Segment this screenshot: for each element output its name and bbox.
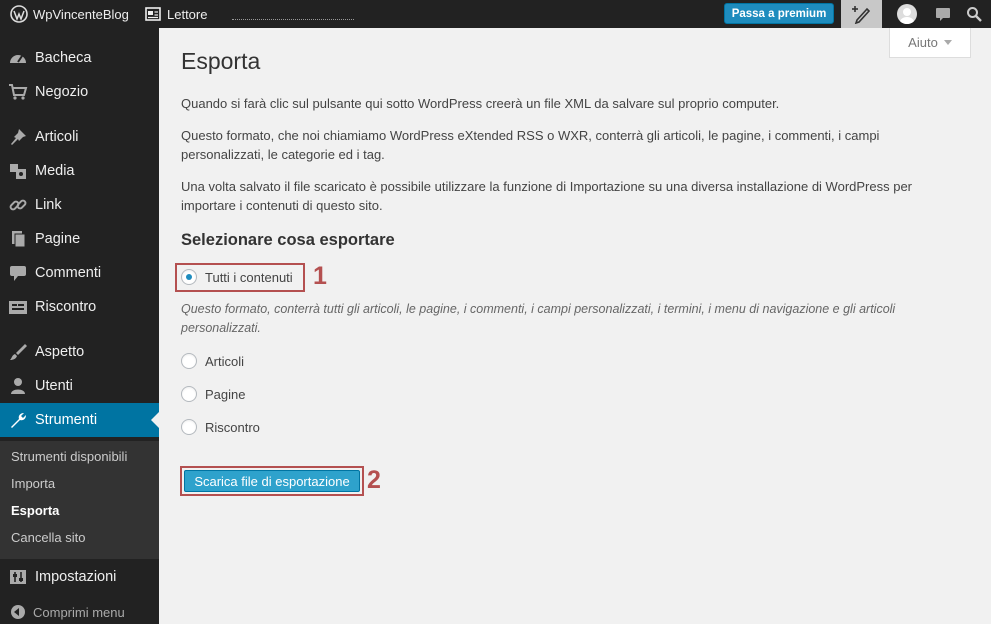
- sidebar-item-label: Link: [35, 197, 62, 213]
- submenu-item-export[interactable]: Esporta: [11, 503, 59, 518]
- annotation-number-2: 2: [367, 466, 381, 494]
- sidebar-item-pages[interactable]: Pagine: [0, 222, 159, 256]
- feedback-icon: [0, 298, 35, 316]
- brush-icon: [0, 343, 35, 361]
- section-title: Selezionare cosa esportare: [181, 231, 395, 249]
- help-tab-button[interactable]: Aiuto: [889, 28, 971, 58]
- media-icon: [0, 162, 35, 180]
- sidebar-item-label: Riscontro: [35, 299, 97, 315]
- site-name: WpVincenteBlog: [33, 6, 129, 22]
- admin-sidebar: Bacheca Negozio Articoli Media Link Pagi…: [0, 28, 159, 624]
- radio-button[interactable]: [181, 419, 197, 435]
- sidebar-item-feedback[interactable]: Riscontro: [0, 290, 159, 324]
- admin-bar-divider: [232, 19, 354, 20]
- radio-feedback[interactable]: Riscontro: [181, 419, 260, 435]
- radio-label: Tutti i contenuti: [205, 269, 293, 285]
- radio-button[interactable]: [181, 386, 197, 402]
- submenu-item-available-tools[interactable]: Strumenti disponibili: [11, 449, 127, 464]
- import-paragraph: Una volta salvato il file scaricato è po…: [181, 179, 913, 213]
- sidebar-item-label: Strumenti: [35, 412, 98, 428]
- intro-paragraph: Quando si farà clic sul pulsante qui sot…: [181, 96, 780, 111]
- sidebar-item-users[interactable]: Utenti: [0, 369, 159, 403]
- radio-label: Pagine: [205, 386, 246, 402]
- upgrade-premium-button[interactable]: Passa a premium: [724, 3, 834, 24]
- submenu-item-delete-site[interactable]: Cancella sito: [11, 530, 85, 545]
- sidebar-item-dashboard[interactable]: Bacheca: [0, 41, 159, 75]
- notifications-button[interactable]: [935, 7, 951, 25]
- chevron-down-icon: [943, 40, 952, 45]
- comment-icon: [0, 264, 35, 282]
- reader-icon: [145, 7, 161, 21]
- sidebar-item-label: Commenti: [35, 265, 102, 281]
- radio-label: Articoli: [205, 353, 245, 369]
- admin-bar: WpVincenteBlog Lettore Passa a premium: [0, 0, 991, 28]
- sidebar-item-media[interactable]: Media: [0, 154, 159, 188]
- pages-icon: [0, 230, 35, 248]
- active-indicator-arrow: [151, 412, 159, 428]
- radio-button-checked[interactable]: [181, 269, 197, 285]
- wordpress-icon: [10, 5, 28, 23]
- sidebar-item-label: Impostazioni: [35, 569, 117, 585]
- user-avatar[interactable]: [897, 4, 917, 24]
- user-icon: [0, 377, 35, 395]
- annotation-number-1: 1: [313, 262, 327, 290]
- write-post-button[interactable]: [841, 0, 882, 28]
- radio-all-content[interactable]: Tutti i contenuti: [181, 269, 293, 285]
- cart-icon: [0, 83, 35, 101]
- radio-label: Riscontro: [205, 419, 260, 435]
- sidebar-item-links[interactable]: Link: [0, 188, 159, 222]
- sidebar-item-settings[interactable]: Impostazioni: [0, 560, 159, 594]
- tools-submenu: Strumenti disponibili Importa Esporta Ca…: [0, 441, 159, 559]
- sidebar-item-label: Bacheca: [35, 50, 92, 66]
- avatar-icon: [900, 8, 914, 24]
- link-icon: [0, 196, 35, 214]
- submenu-item-import[interactable]: Importa: [11, 476, 55, 491]
- search-icon: [967, 7, 982, 22]
- radio-button[interactable]: [181, 353, 197, 369]
- settings-icon: [0, 568, 35, 586]
- collapse-menu-button[interactable]: Comprimi menu: [0, 600, 159, 624]
- all-content-description: Questo formato, conterrà tutti gli artic…: [181, 302, 896, 335]
- help-tab-label: Aiuto: [908, 35, 938, 50]
- sidebar-item-posts[interactable]: Articoli: [0, 120, 159, 154]
- site-link[interactable]: WpVincenteBlog: [10, 0, 129, 28]
- sidebar-item-label: Articoli: [35, 129, 79, 145]
- write-pencil-icon: [851, 6, 870, 24]
- sidebar-item-comments[interactable]: Commenti: [0, 256, 159, 290]
- sidebar-item-appearance[interactable]: Aspetto: [0, 335, 159, 369]
- dashboard-icon: [0, 49, 35, 67]
- sidebar-item-label: Pagine: [35, 231, 81, 247]
- sidebar-item-label: Negozio: [35, 84, 89, 100]
- wrench-icon: [0, 411, 35, 429]
- reader-link[interactable]: Lettore: [145, 0, 207, 28]
- search-button[interactable]: [966, 6, 982, 25]
- sidebar-item-label: Media: [35, 163, 75, 179]
- collapse-arrow-icon: [11, 605, 25, 619]
- reader-label: Lettore: [167, 6, 208, 22]
- radio-posts[interactable]: Articoli: [181, 353, 244, 369]
- radio-pages[interactable]: Pagine: [181, 386, 245, 402]
- format-paragraph: Questo formato, che noi chiamiamo WordPr…: [181, 128, 880, 162]
- sidebar-item-store[interactable]: Negozio: [0, 75, 159, 109]
- sidebar-item-label: Aspetto: [35, 344, 85, 360]
- sidebar-item-label: Utenti: [35, 378, 73, 394]
- sidebar-item-tools[interactable]: Strumenti: [0, 403, 159, 437]
- download-export-button[interactable]: Scarica file di esportazione: [184, 470, 360, 492]
- pin-icon: [0, 128, 35, 146]
- collapse-menu-label: Comprimi menu: [33, 604, 125, 620]
- notification-bubble-icon: [936, 8, 950, 21]
- page-title: Esporta: [181, 48, 261, 74]
